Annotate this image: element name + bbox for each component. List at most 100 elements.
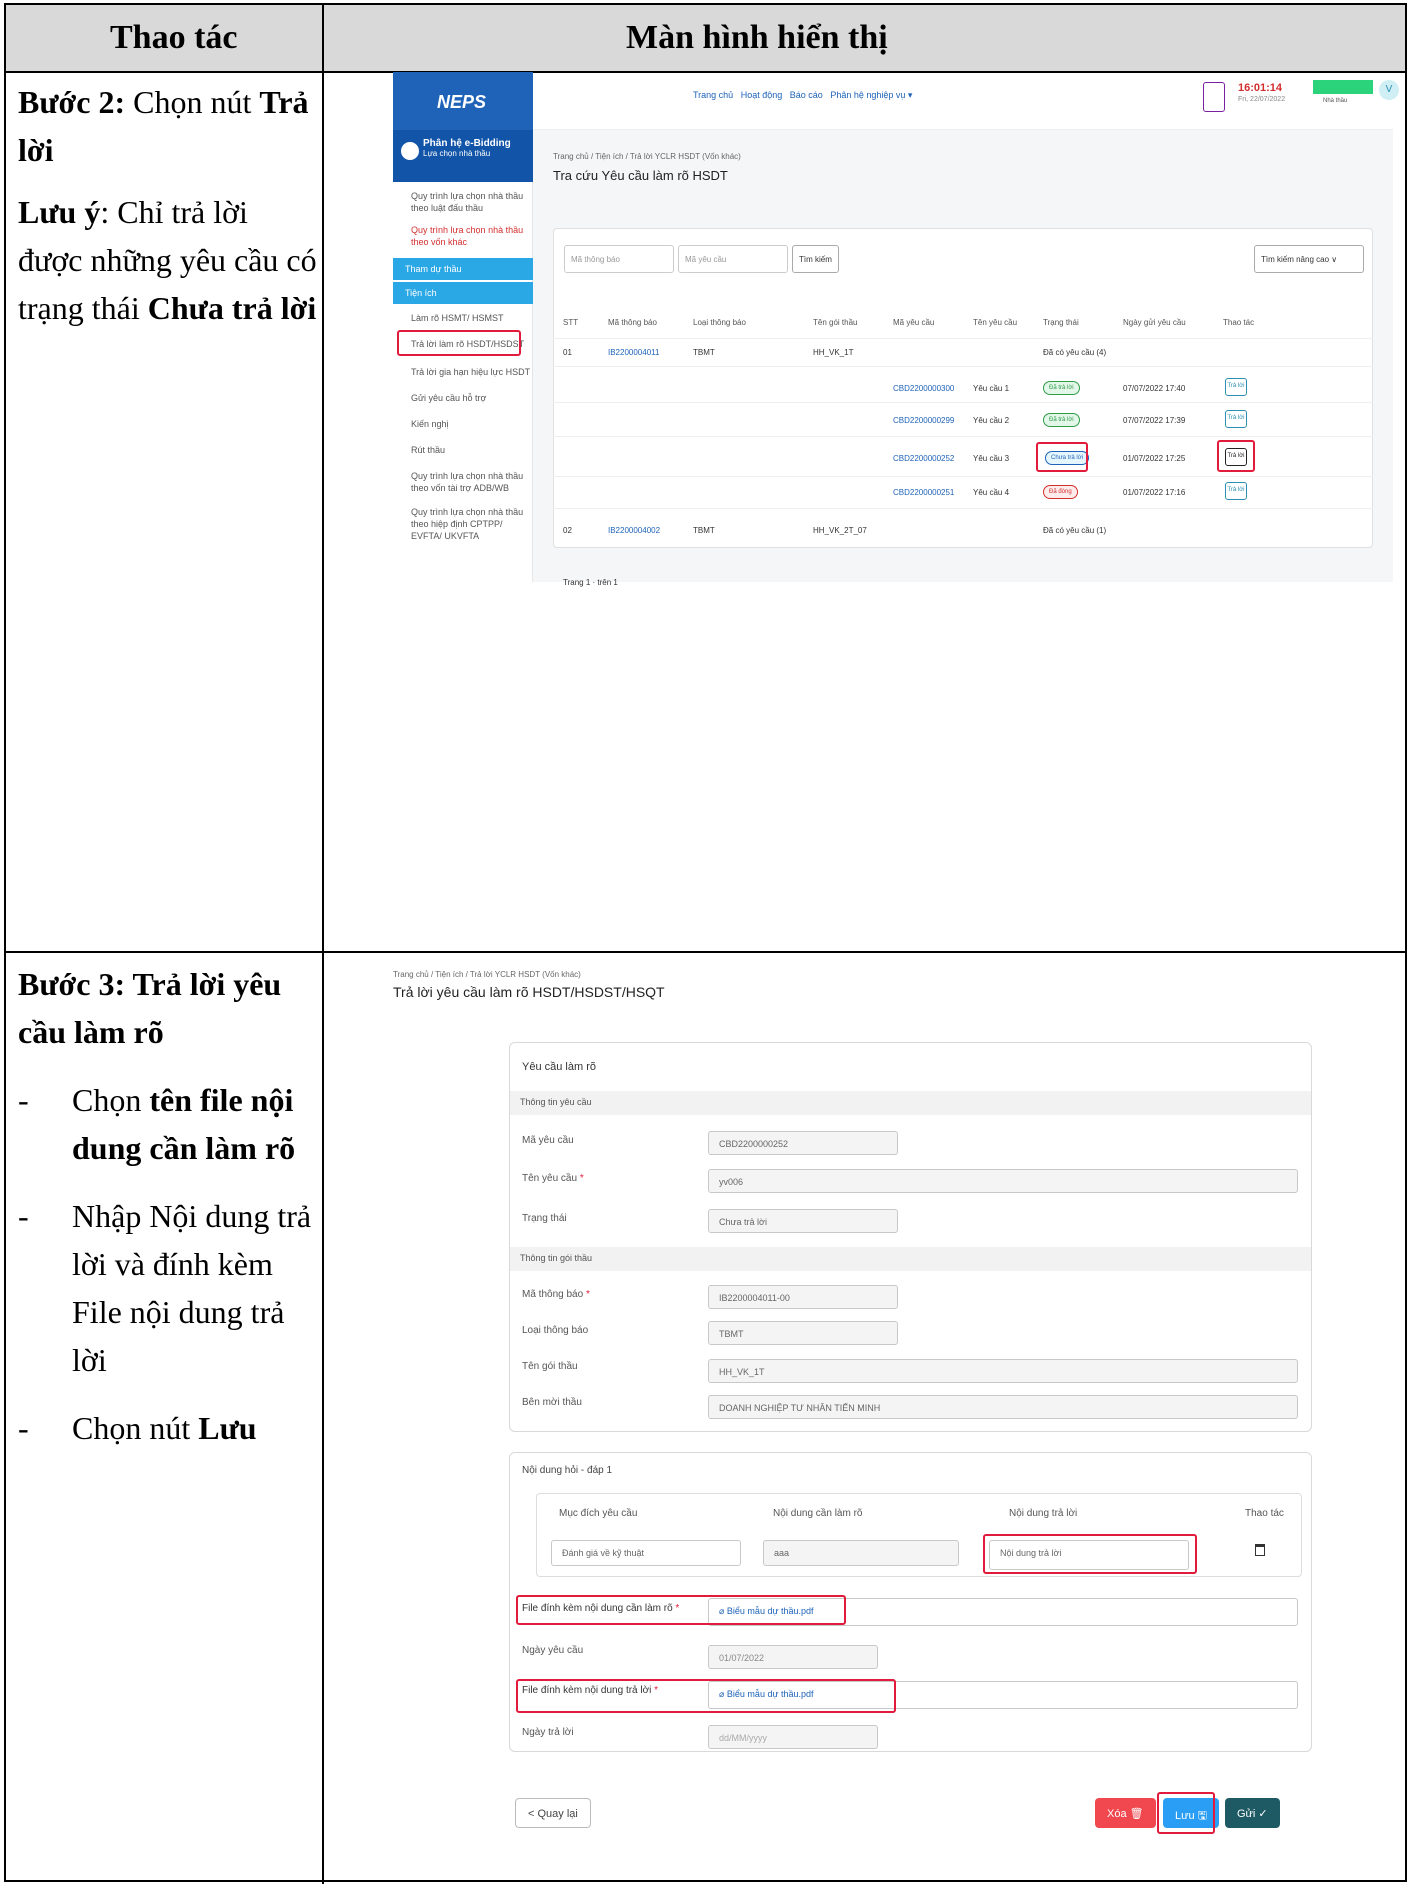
sidebar-item-participate[interactable]: Tham dự thầu [393, 258, 533, 280]
label-notice-code: Mã thông báo * [522, 1289, 590, 1300]
section-request-info: Thông tin yêu cầu [510, 1091, 1311, 1115]
package-field: HH_VK_1T [708, 1359, 1298, 1383]
row-separator [553, 402, 1373, 403]
qa-col-action: Thao tác [1245, 1508, 1284, 1519]
cell-status: Đã có yêu cầu (1) [1043, 526, 1107, 535]
highlight-box [1157, 1792, 1215, 1834]
sidebar-item-law[interactable]: Quy trình lựa chọn nhà thầu theo luật đấ… [393, 190, 533, 214]
pagination[interactable]: Trang 1 · trên 1 [563, 578, 618, 587]
reply-button[interactable]: Trả lời [1225, 482, 1247, 500]
label-request-code: Mã yêu cầu [522, 1135, 574, 1146]
sidebar-item-extend[interactable]: Trả lời gia hạn hiệu lực HSDT [393, 366, 533, 378]
screenshot-search-requests: NEPS Phân hệ e-Bidding Lựa chọn nhà thầu… [393, 72, 1399, 642]
cell-request-code[interactable]: CBD2200000251 [893, 488, 954, 497]
status-badge: Đã trả lời [1043, 381, 1080, 395]
sidebar-item-cptpp[interactable]: Quy trình lựa chọn nhà thầu theo hiệp đị… [393, 506, 533, 542]
nav-module[interactable]: Phân hệ nghiệp vụ ▾ [830, 90, 912, 100]
sidebar-item-clarify-hsmt[interactable]: Làm rõ HSMT/ HSMST [393, 312, 533, 324]
search-button[interactable]: Tìm kiếm [792, 245, 839, 273]
nav-home[interactable]: Trang chủ [693, 90, 733, 100]
qa-col-content: Nội dung cần làm rõ [773, 1508, 863, 1519]
sidebar-item-support[interactable]: Gửi yêu cầu hỗ trợ [393, 392, 533, 404]
trash-icon[interactable] [1255, 1544, 1265, 1556]
cell-date: 01/07/2022 17:16 [1123, 488, 1186, 497]
col-request-code: Mã yêu cầu [893, 318, 935, 327]
section-package-info: Thông tin gói thầu [510, 1247, 1311, 1271]
sidebar-item-utilities[interactable]: Tiện ích [393, 282, 533, 304]
status-field: Chưa trả lời [708, 1209, 898, 1233]
label-notice-type: Loại thông báo [522, 1325, 589, 1336]
sidebar-item-withdraw[interactable]: Rút thầu [393, 444, 533, 456]
content-field: aaa [763, 1540, 959, 1566]
main-nav: Trang chủ Hoạt động Báo cáo Phân hệ nghi… [693, 90, 912, 101]
request-date-field: 01/07/2022 [708, 1645, 878, 1669]
row-separator [553, 338, 1373, 339]
label-answer-date: Ngày trả lời [522, 1727, 574, 1738]
sidebar: NEPS Phân hệ e-Bidding Lựa chọn nhà thầu… [393, 72, 533, 582]
label-request-date: Ngày yêu cầu [522, 1645, 584, 1656]
sidebar-item-petition[interactable]: Kiến nghị [393, 418, 533, 430]
request-name-field[interactable]: yv006 [708, 1169, 1298, 1193]
nav-activity[interactable]: Hoạt động [741, 90, 783, 100]
highlight-box [983, 1534, 1197, 1574]
cell-request-code[interactable]: CBD2200000252 [893, 454, 954, 463]
clock-time: 16:01:14 [1238, 82, 1283, 94]
reply-button[interactable]: Trả lời [1225, 410, 1247, 428]
request-card: Yêu cầu làm rõ Thông tin yêu cầu Mã yêu … [509, 1042, 1312, 1432]
user-role: Nhà thầu [1323, 98, 1348, 104]
col-action: Thao tác [1223, 318, 1255, 327]
step2-instruction: Bước 2: Chọn nút Trả lời Lưu ý: Chỉ trả … [18, 84, 317, 326]
col-notice-type: Loại thông báo [693, 318, 746, 327]
col-notice-code: Mã thông báo [608, 318, 657, 327]
cell-stt: 01 [563, 348, 572, 357]
avatar[interactable]: V [1379, 80, 1399, 100]
cell-notice-code[interactable]: IB2200004002 [608, 526, 660, 535]
qa-title: Nội dung hỏi - đáp 1 [522, 1465, 613, 1476]
delete-button[interactable]: Xóa 🗑 [1095, 1798, 1156, 1828]
row-separator [553, 476, 1373, 477]
cell-notice-code[interactable]: IB2200004011 [608, 348, 659, 357]
cell-request-code[interactable]: CBD2200000300 [893, 384, 954, 393]
sidebar-item-other-capital[interactable]: Quy trình lựa chọn nhà thầu theo vốn khá… [393, 224, 533, 248]
screenshot-answer-form: Trang chủ / Tiện ích / Trả lời YCLR HSDT… [393, 966, 1393, 1876]
highlight-box [1217, 440, 1255, 472]
row-divider [6, 951, 1405, 953]
back-button[interactable]: < Quay lại [515, 1798, 591, 1828]
reply-button[interactable]: Trả lời [1225, 378, 1247, 396]
cell-date: 01/07/2022 17:25 [1123, 454, 1186, 463]
advanced-search-button[interactable]: Tìm kiếm nâng cao ∨ [1254, 245, 1364, 273]
notice-type-field: TBMT [708, 1321, 898, 1345]
purpose-select[interactable]: Đánh giá về kỹ thuật [551, 1540, 741, 1566]
cell-date: 07/07/2022 17:39 [1123, 416, 1186, 425]
user-bar [1313, 80, 1373, 94]
cell-request-code[interactable]: CBD2200000299 [893, 416, 954, 425]
label-request-name: Tên yêu cầu * [522, 1173, 584, 1184]
module-header[interactable]: Phân hệ e-Bidding Lựa chọn nhà thầu [393, 130, 533, 182]
label-owner: Bên mời thầu [522, 1397, 582, 1408]
cell-notice-type: TBMT [693, 348, 715, 357]
send-button[interactable]: Gửi ✓ [1225, 1798, 1280, 1828]
step3-instruction: Bước 3: Trả lời yêu cầu làm rõ Chọn tên … [18, 960, 318, 1452]
notice-code-field: IB2200004011-00 [708, 1285, 898, 1309]
sidebar-item-adb-wb[interactable]: Quy trình lựa chọn nhà thầu theo vốn tài… [393, 470, 533, 494]
card-title: Yêu cầu làm rõ [522, 1061, 596, 1073]
page-title: Tra cứu Yêu cầu làm rõ HSDT [553, 168, 728, 183]
cell-date: 07/07/2022 17:40 [1123, 384, 1186, 393]
label-package: Tên gói thầu [522, 1361, 578, 1372]
highlight-box [516, 1679, 896, 1713]
col-date: Ngày gửi yêu cầu [1123, 318, 1186, 327]
nav-report[interactable]: Báo cáo [790, 90, 823, 100]
status-badge: Đã trả lời [1043, 413, 1080, 427]
lock-icon[interactable] [1203, 82, 1225, 112]
cell-package: HH_VK_1T [813, 348, 854, 357]
neps-logo: NEPS [393, 72, 533, 130]
highlight-box [1036, 442, 1088, 472]
notice-code-input[interactable]: Mã thông báo [564, 245, 674, 273]
qa-row: Mục đích yêu cầu Nội dung cần làm rõ Nội… [536, 1493, 1302, 1577]
answer-date-field[interactable]: dd/MM/yyyy [708, 1725, 878, 1749]
row-separator [553, 508, 1373, 509]
col-stt: STT [563, 318, 579, 327]
col-request-name: Tên yêu cầu [973, 318, 1018, 327]
request-code-input[interactable]: Mã yêu cầu [678, 245, 788, 273]
label-status: Trạng thái [522, 1213, 567, 1224]
